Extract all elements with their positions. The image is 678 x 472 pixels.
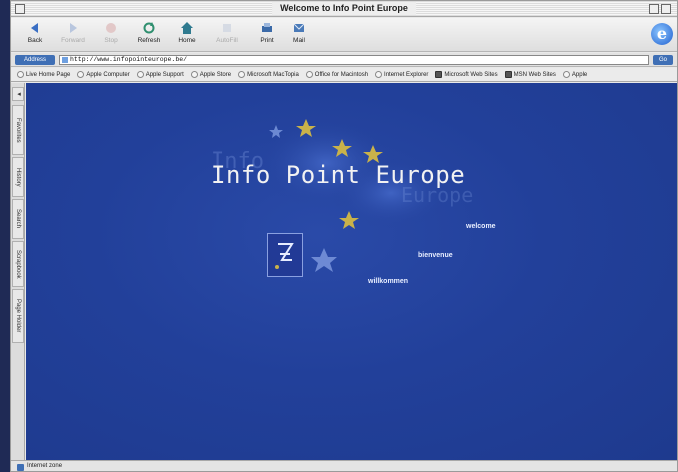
favorite-microsoft-mactopia[interactable]: Microsoft MacTopia: [238, 71, 299, 78]
page-title: Info Point Europe: [211, 161, 466, 189]
refresh-button[interactable]: Refresh: [129, 21, 169, 51]
mail-icon: [293, 23, 305, 32]
tab-history[interactable]: History: [12, 157, 24, 197]
forward-button[interactable]: Forward: [53, 21, 93, 51]
link-welcome[interactable]: welcome: [466, 223, 496, 230]
tab-search[interactable]: Search: [12, 199, 24, 239]
page-edge: [0, 0, 10, 472]
page-icon: [77, 71, 85, 78]
favorite-apple-computer[interactable]: Apple Computer: [77, 71, 130, 78]
favorite-internet-explorer[interactable]: Internet Explorer: [375, 71, 428, 78]
close-box[interactable]: [15, 4, 25, 14]
home-button[interactable]: Home: [167, 21, 207, 51]
autofill-icon: [223, 24, 231, 32]
favorite-apple-support[interactable]: Apple Support: [136, 71, 184, 78]
page-icon: [238, 71, 246, 78]
info-point-logo[interactable]: [267, 233, 303, 277]
toolbar: Back Forward Stop Refresh Home AutoFill …: [11, 18, 677, 52]
internet-explorer-logo-icon: e: [651, 23, 673, 45]
stop-icon: [106, 23, 116, 33]
link-bienvenue[interactable]: bienvenue: [418, 252, 453, 259]
link-willkommen[interactable]: willkommen: [368, 278, 408, 285]
zoom-box[interactable]: [649, 4, 659, 14]
tab-favorites[interactable]: Favorites: [12, 105, 24, 155]
page-icon: [305, 71, 313, 78]
page-icon: [562, 71, 570, 78]
status-text: Internet zone: [27, 463, 63, 469]
tab-scrapbook[interactable]: Scrapbook: [12, 241, 24, 287]
back-button[interactable]: Back: [15, 21, 55, 51]
star-icon: [311, 248, 337, 272]
web-page-content: Info Europe Info Point Europe welcome bi…: [26, 83, 677, 460]
stop-button[interactable]: Stop: [91, 21, 131, 51]
page-icon: [190, 71, 198, 78]
favorite-msn-web-sites[interactable]: MSN Web Sites: [504, 71, 556, 78]
collapse-box[interactable]: [661, 4, 671, 14]
home-icon: [181, 22, 193, 34]
window-title: Welcome to Info Point Europe: [272, 2, 416, 15]
favorite-live-home-page[interactable]: Live Home Page: [17, 71, 70, 78]
title-bar[interactable]: Welcome to Info Point Europe: [11, 1, 677, 17]
favorite-microsoft-web-sites[interactable]: Microsoft Web Sites: [435, 71, 498, 78]
internet-zone-icon: [17, 464, 24, 471]
tab-page-holder[interactable]: Page Holder: [12, 289, 24, 343]
window-controls: [649, 4, 671, 14]
autofill-button[interactable]: AutoFill: [207, 21, 247, 51]
page-icon: [136, 71, 144, 78]
go-button[interactable]: Go: [653, 55, 673, 65]
address-label: Address: [15, 55, 55, 65]
favorite-apple-store[interactable]: Apple Store: [190, 71, 231, 78]
address-url: http://www.infopointeurope.be/: [70, 56, 188, 63]
forward-arrow-icon: [70, 23, 77, 33]
page-icon: [375, 71, 383, 78]
favorite-office-for-macintosh[interactable]: Office for Macintosh: [305, 71, 368, 78]
address-bar: Address http://www.infopointeurope.be/ G…: [11, 53, 677, 67]
browser-window: Welcome to Info Point Europe Back Forwar…: [10, 0, 678, 472]
explorer-side-tabs: ◂ Favorites History Search Scrapbook Pag…: [11, 83, 25, 460]
favorites-bar: Live Home Page Apple Computer Apple Supp…: [11, 68, 677, 82]
page-icon: [62, 57, 68, 63]
back-arrow-icon: [31, 23, 38, 33]
refresh-icon: [143, 22, 155, 34]
explorer-bar-toggle[interactable]: ◂: [12, 87, 24, 101]
eu-stars-decoration: [256, 118, 451, 272]
folder-icon: [435, 71, 443, 78]
logo-mark-icon: [275, 243, 294, 269]
address-field[interactable]: http://www.infopointeurope.be/: [59, 55, 649, 65]
mail-button[interactable]: Mail: [279, 21, 319, 51]
favorite-apple[interactable]: Apple: [562, 71, 587, 78]
folder-icon: [504, 71, 512, 78]
status-bar: Internet zone: [11, 460, 677, 471]
page-icon: [17, 71, 24, 78]
print-icon: [262, 23, 272, 32]
